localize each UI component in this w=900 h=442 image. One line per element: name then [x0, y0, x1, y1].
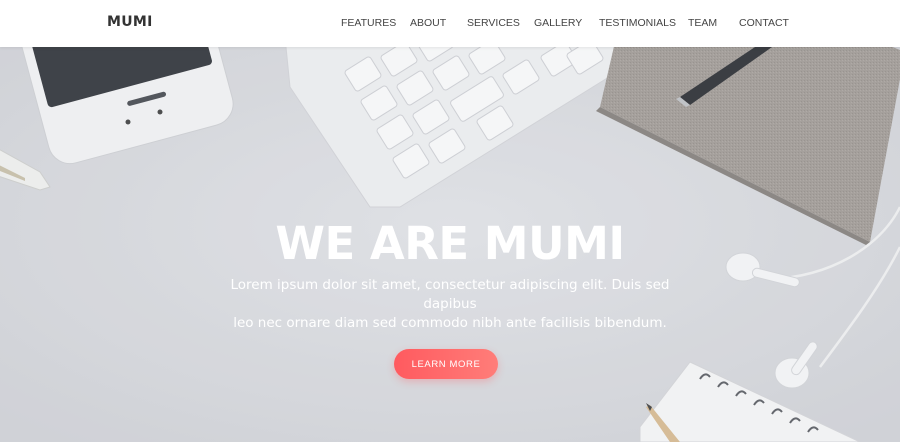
hero-subtitle-line1: Lorem ipsum dolor sit amet, consectetur …: [230, 277, 670, 312]
learn-more-button[interactable]: LEARN MORE: [394, 349, 498, 379]
nav-item-features[interactable]: FEATURES: [341, 17, 396, 29]
hero-section: WE ARE MUMI Lorem ipsum dolor sit amet, …: [0, 47, 900, 442]
navbar: MUMI FEATURES ABOUT SERVICES GALLERY TES…: [0, 0, 900, 47]
nav-item-testimonials[interactable]: TESTIMONIALS: [599, 17, 676, 29]
hero-subtitle: Lorem ipsum dolor sit amet, consectetur …: [220, 276, 680, 333]
brand-logo[interactable]: MUMI: [107, 14, 153, 30]
nav-item-team[interactable]: TEAM: [688, 17, 717, 29]
nav-item-gallery[interactable]: GALLERY: [534, 17, 582, 29]
hero-subtitle-line2: leo nec ornare diam sed commodo nibh ant…: [233, 315, 667, 331]
hero-title: WE ARE MUMI: [275, 217, 625, 270]
nav-item-services[interactable]: SERVICES: [467, 17, 520, 29]
nav-item-contact[interactable]: CONTACT: [739, 17, 789, 29]
nav-item-about[interactable]: ABOUT: [410, 17, 446, 29]
